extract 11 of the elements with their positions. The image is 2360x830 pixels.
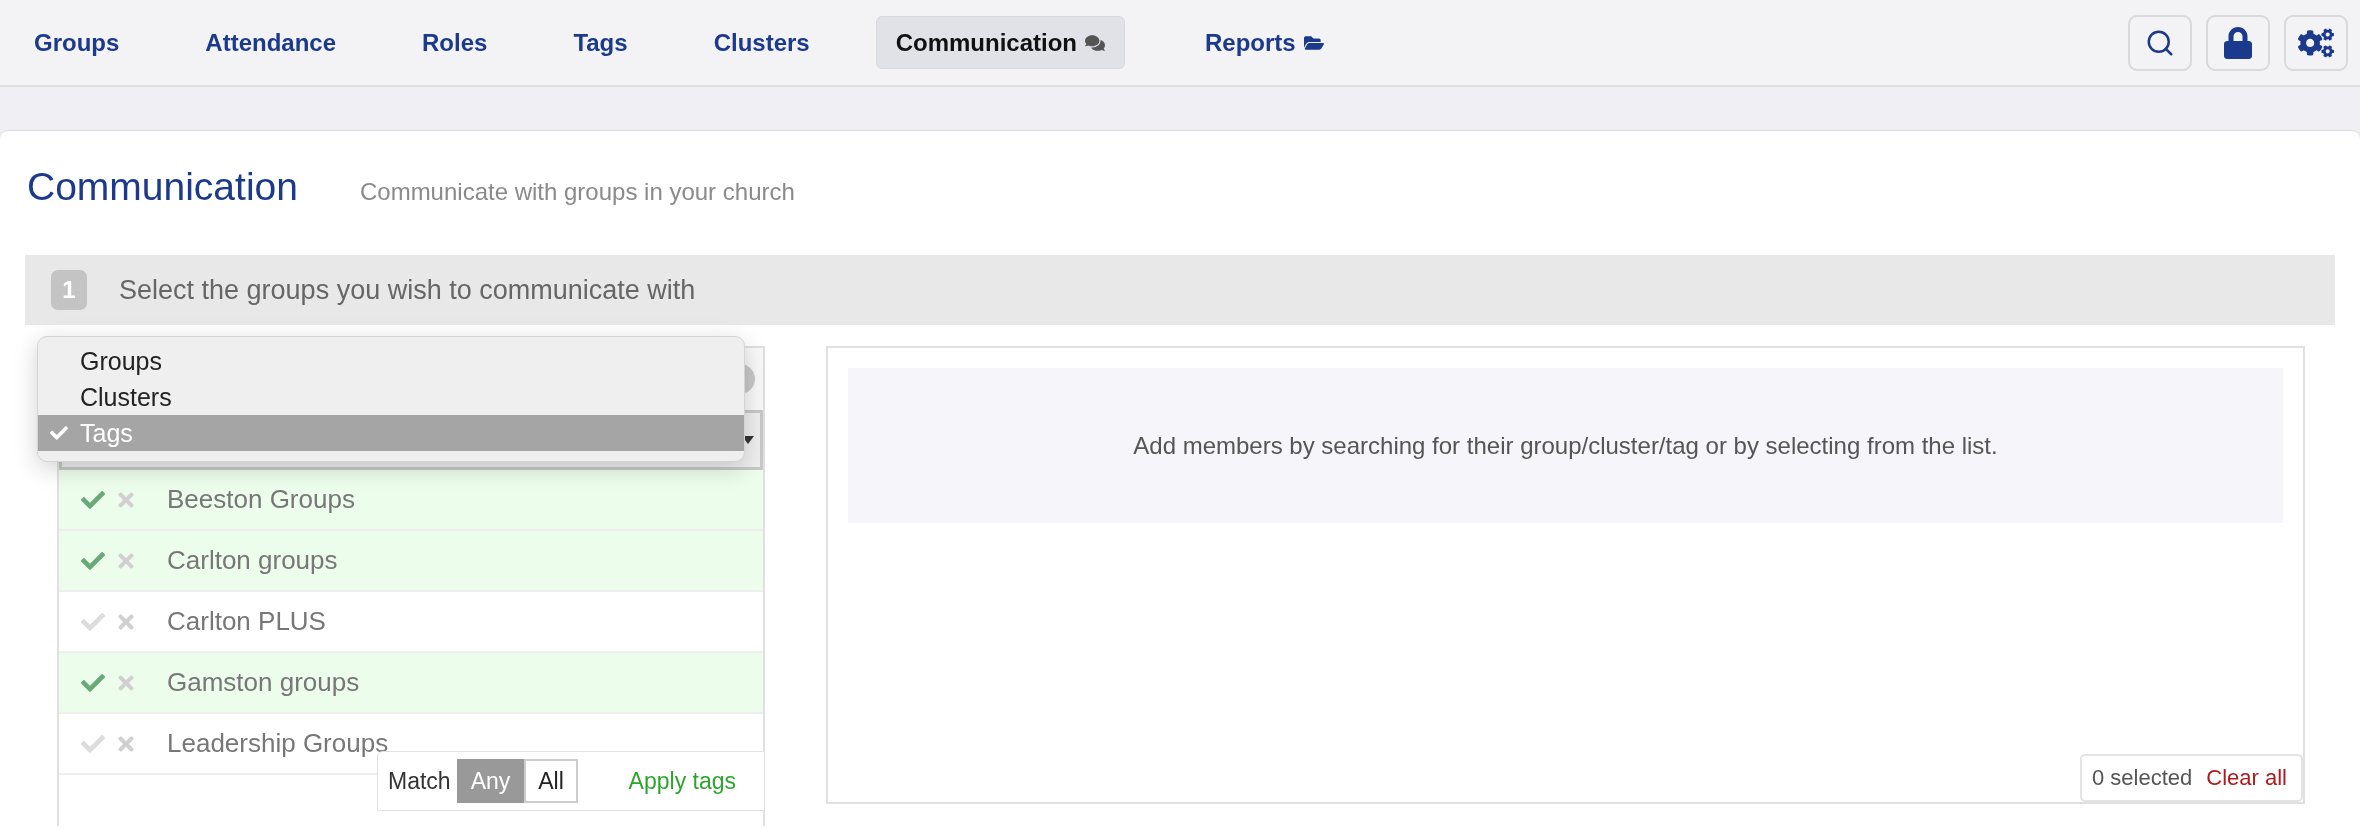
tag-name: Carlton PLUS — [167, 606, 326, 637]
page-title: Communication — [27, 165, 298, 209]
selected-count: 0 selected — [2092, 765, 2193, 791]
tag-name: Carlton groups — [167, 545, 338, 576]
tag-name: Leadership Groups — [167, 728, 389, 759]
step-text: Select the groups you wish to communicate with — [119, 274, 696, 306]
tag-name: Gamston groups — [167, 667, 360, 698]
step-number: 1 — [51, 270, 87, 310]
tag-name: Beeston Groups — [167, 484, 355, 515]
page-subtitle: Communicate with groups in your church — [359, 178, 795, 206]
members-hint: Add members by searching for their group/cluster/tag or by selecting from the list. — [848, 368, 2283, 523]
